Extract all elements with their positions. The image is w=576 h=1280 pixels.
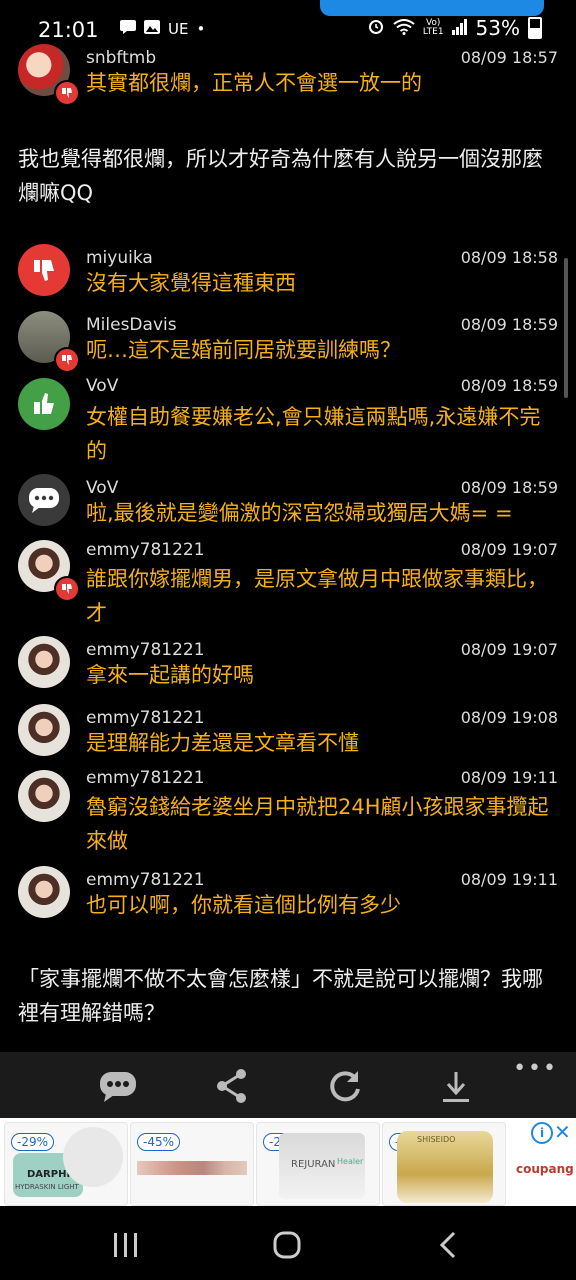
refresh-icon bbox=[330, 1071, 360, 1102]
comment-text: 啦,最後就是變偏激的深宮怨婦或獨居大媽= = bbox=[86, 501, 513, 525]
comment-icon bbox=[100, 1072, 136, 1102]
gallery-icon bbox=[144, 20, 160, 38]
comment-username[interactable]: miyuika bbox=[86, 248, 153, 268]
thumbs-down-avatar-icon bbox=[18, 244, 70, 296]
product-lid bbox=[63, 1127, 123, 1187]
battery-percent: 53% bbox=[475, 16, 520, 40]
ad-product[interactable]: -26% REJURAN Healer bbox=[256, 1122, 380, 1206]
recent-apps-icon bbox=[114, 1233, 137, 1257]
thumbs-down-badge-icon bbox=[54, 576, 80, 602]
comment-username[interactable]: snbftmb bbox=[86, 48, 156, 68]
comment-text: 拿來一起講的好嗎 bbox=[86, 663, 254, 687]
scrollbar[interactable] bbox=[564, 258, 568, 398]
message-icon bbox=[120, 20, 136, 38]
signal-icon bbox=[451, 16, 468, 40]
comment-timestamp: 08/09 18:59 bbox=[460, 315, 558, 334]
product-image bbox=[137, 1161, 247, 1175]
comment-timestamp: 08/09 18:58 bbox=[460, 248, 558, 267]
comment-timestamp: 08/09 19:11 bbox=[460, 768, 558, 787]
comment-username[interactable]: emmy781221 bbox=[86, 540, 205, 560]
comment-text: 誰跟你嫁擺爛男，是原文拿做月中跟做家事類比，才 bbox=[86, 567, 548, 625]
wifi-icon bbox=[393, 16, 415, 40]
comment-timestamp: 08/09 18:57 bbox=[460, 48, 558, 67]
share-icon bbox=[217, 1069, 246, 1103]
comment-text: 魯窮沒錢給老婆坐月中就把24H顧小孩跟家事攬起來做 bbox=[86, 795, 549, 853]
top-action-button[interactable] bbox=[320, 0, 544, 16]
home-button[interactable] bbox=[272, 1230, 302, 1264]
avatar[interactable] bbox=[18, 770, 70, 822]
comment-username[interactable]: emmy781221 bbox=[86, 708, 205, 728]
bottom-toolbar: ••• bbox=[0, 1052, 576, 1118]
discount-badge: -45% bbox=[137, 1133, 181, 1151]
ad-product[interactable]: -29% DARPHIN HYDRASKIN LIGHT bbox=[4, 1122, 128, 1206]
thumbs-down-badge-icon bbox=[54, 347, 80, 373]
home-icon bbox=[273, 1231, 301, 1259]
status-bar: 21:01 UE • Vo) LTE1 53% bbox=[0, 0, 576, 52]
ad-info-icon[interactable]: i bbox=[531, 1122, 553, 1144]
ad-banner[interactable]: -29% DARPHIN HYDRASKIN LIGHT -45% -26% R… bbox=[0, 1118, 576, 1206]
comment-text: 也可以啊，你就看這個比例有多少 bbox=[86, 893, 401, 917]
comment-text: 其實都很爛，正常人不會選一放一的 bbox=[86, 71, 422, 95]
system-nav-bar bbox=[0, 1206, 576, 1280]
comment-timestamp: 08/09 19:07 bbox=[460, 640, 558, 659]
comment-username[interactable]: VoV bbox=[86, 478, 118, 498]
comment-text: 沒有大家覺得這種東西 bbox=[86, 271, 296, 295]
comment-text: 呃…這不是婚前同居就要訓練嗎？ bbox=[86, 338, 401, 362]
product-name: HYDRASKIN LIGHT bbox=[15, 1183, 79, 1191]
comment-timestamp: 08/09 19:08 bbox=[460, 708, 558, 727]
ad-product[interactable]: -45% bbox=[130, 1122, 254, 1206]
product-brand: SHISEIDO bbox=[417, 1135, 456, 1144]
more-options-button[interactable]: ••• bbox=[513, 1056, 558, 1081]
status-time: 21:01 bbox=[38, 18, 99, 42]
comment-text: 是理解能力差還是文章看不懂 bbox=[86, 731, 359, 755]
download-button[interactable] bbox=[436, 1066, 476, 1106]
comment-username[interactable]: MilesDavis bbox=[86, 315, 177, 335]
product-brand-sub: Healer bbox=[337, 1157, 364, 1166]
alarm-icon bbox=[367, 16, 385, 40]
comment-text: 女權自助餐要嫌老公,會只嫌這兩點嗎,永遠嫌不完的 bbox=[86, 405, 541, 463]
recent-apps-button[interactable] bbox=[112, 1232, 140, 1262]
comment-timestamp: 08/09 19:07 bbox=[460, 540, 558, 559]
post-body-text: 我也覺得都很爛，所以才好奇為什麼有人說另一個沒那麼爛嘛QQ bbox=[18, 147, 543, 205]
comment-username[interactable]: emmy781221 bbox=[86, 640, 205, 660]
comment-username[interactable]: VoV bbox=[86, 376, 118, 396]
ad-vendor-logo[interactable]: coupang bbox=[516, 1162, 574, 1176]
lte-indicator: Vo) LTE1 bbox=[422, 18, 444, 37]
thumbs-up-avatar-icon bbox=[18, 378, 70, 430]
ad-close-icon[interactable]: ✕ bbox=[554, 1120, 571, 1144]
back-icon bbox=[439, 1231, 456, 1259]
dot-icon: • bbox=[196, 20, 206, 38]
product-brand: REJURAN bbox=[291, 1159, 336, 1170]
download-icon bbox=[443, 1072, 469, 1102]
speech-bubble-avatar-icon bbox=[18, 474, 70, 526]
back-button[interactable] bbox=[438, 1230, 458, 1264]
post-body-text: 「家事擺爛不做不太會怎麼樣」不就是說可以擺爛？我哪裡有理解錯嗎？ bbox=[18, 967, 543, 1025]
avatar[interactable] bbox=[18, 866, 70, 918]
discount-badge: -29% bbox=[11, 1133, 55, 1151]
avatar[interactable] bbox=[18, 636, 70, 688]
battery-icon bbox=[528, 17, 542, 39]
thumbs-down-badge-icon bbox=[54, 80, 80, 106]
refresh-button[interactable] bbox=[325, 1066, 365, 1106]
comment-username[interactable]: emmy781221 bbox=[86, 768, 205, 788]
comment-button[interactable] bbox=[98, 1066, 138, 1106]
comment-username[interactable]: emmy781221 bbox=[86, 870, 205, 890]
share-button[interactable] bbox=[212, 1066, 252, 1106]
status-carrier: UE bbox=[168, 20, 189, 38]
comment-timestamp: 08/09 18:59 bbox=[460, 376, 558, 395]
comment-timestamp: 08/09 19:11 bbox=[460, 870, 558, 889]
avatar[interactable] bbox=[18, 704, 70, 756]
ad-product[interactable]: -38% SHISEIDO bbox=[382, 1122, 506, 1206]
comment-timestamp: 08/09 18:59 bbox=[460, 478, 558, 497]
